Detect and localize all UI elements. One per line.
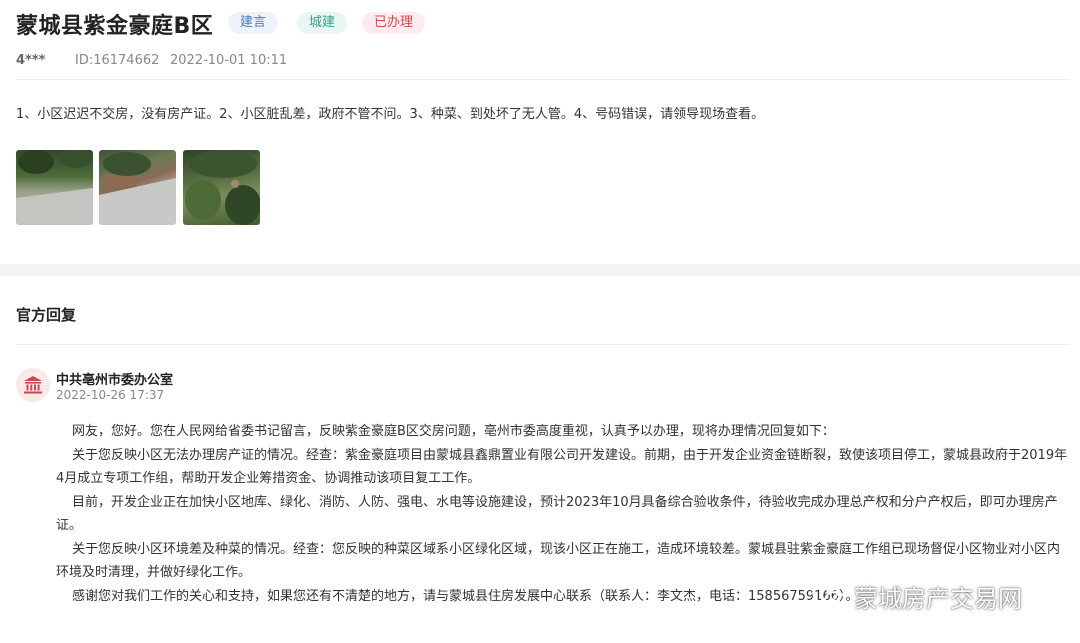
wechat-icon [812, 582, 846, 609]
photo-image-3 [185, 150, 260, 225]
tag-urban-construction[interactable]: 城建 [297, 12, 348, 34]
photo-image-2 [99, 152, 176, 225]
photo-thumbnail-3[interactable] [183, 150, 260, 225]
reply-paragraph: 网友，您好。您在人民网给省委书记留言，反映紫金豪庭B区交房问题，亳州市委高度重视… [72, 424, 835, 439]
page-title: 蒙城县紫金豪庭B区 [16, 14, 214, 39]
reply-paragraph: 关于您反映小区无法办理房产证的情况。经查：紫金豪庭项目由蒙城县鑫鼎置业有限公司开… [56, 447, 1068, 487]
tag-suggestion[interactable]: 建言 [228, 12, 279, 34]
avatar [16, 368, 50, 402]
message-body: 1、小区迟迟不交房，没有房产证。2、小区脏乱差，政府不管不问。3、种菜、到处坏了… [16, 107, 765, 122]
divider [16, 344, 1070, 345]
reply-time: 2022-10-26 17:37 [56, 388, 165, 402]
watermark: 蒙城房产交易网 [812, 578, 1022, 614]
reply-organization: 中共亳州市委办公室 [56, 373, 174, 388]
government-building-icon [24, 376, 42, 394]
photo-thumbnail-1[interactable] [16, 150, 93, 225]
reply-section-title: 官方回复 [16, 306, 77, 324]
divider [16, 79, 1070, 80]
photo-thumbnail-2[interactable] [99, 150, 176, 225]
status-badge: 已办理 [362, 12, 426, 34]
photo-image-1 [16, 150, 93, 225]
poster-name: 4*** [16, 53, 46, 68]
section-separator [0, 264, 1080, 276]
watermark-text: 蒙城房产交易网 [854, 584, 1022, 613]
post-time: 2022-10-01 10:11 [170, 53, 288, 68]
reply-paragraph: 目前，开发企业正在加快小区地库、绿化、消防、人防、强电、水电等设施建设，预计20… [56, 494, 1058, 534]
message-id: ID:16174662 [75, 53, 160, 68]
